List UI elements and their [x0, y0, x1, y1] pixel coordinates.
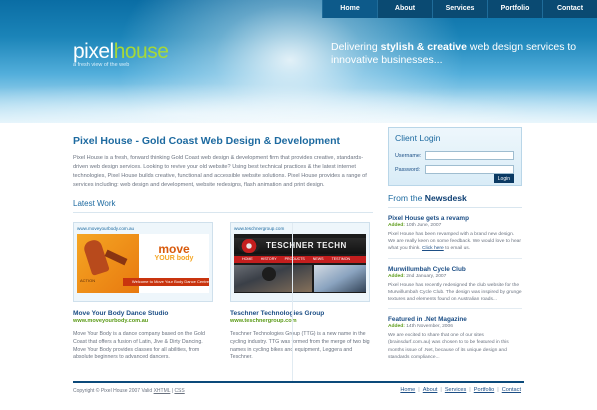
news-date: Added: 2nd January, 2007	[388, 273, 447, 279]
thumbnail-menu: HOME HISTORY PRODUCTS NEWS TESTIMON	[234, 256, 366, 263]
work-item: www.moveyourbody.com.au ACTION move YOUR …	[73, 222, 213, 362]
site-logo[interactable]: pixelhouse a fresh view of the web	[73, 40, 169, 68]
news-body: We are excited to share that one of our …	[388, 333, 509, 360]
column-divider	[292, 223, 293, 381]
clouds	[0, 78, 597, 123]
css-link[interactable]: CSS	[174, 388, 184, 394]
footer-copyright: Copyright © Pixel House 2007 Valid XHTML…	[73, 388, 185, 394]
footer-link-about[interactable]: About	[420, 387, 441, 393]
thumbnail-menu-item: NEWS	[312, 257, 324, 261]
username-input[interactable]	[425, 151, 514, 160]
xhtml-link[interactable]: XHTML	[154, 388, 171, 394]
click-here-link[interactable]: Click here	[422, 246, 444, 251]
work-thumbnail-frame[interactable]: www.moveyourbody.com.au ACTION move YOUR …	[73, 222, 213, 302]
thumbnail-url: www.teschnergroup.com	[234, 226, 285, 231]
footer-divider	[73, 381, 524, 383]
news-item: Pixel House gets a revamp Added: 10th Ju…	[388, 215, 522, 259]
footer-link-services[interactable]: Services	[442, 387, 469, 393]
footer-link-portfolio[interactable]: Portfolio	[471, 387, 498, 393]
sidebar: Client Login Username: Password: Login F…	[388, 127, 522, 361]
client-login-title: Client Login	[395, 133, 441, 143]
latest-work-list: www.moveyourbody.com.au ACTION move YOUR …	[73, 222, 373, 362]
header-banner: Home About Services Portfolio Contact pi…	[0, 0, 597, 123]
thumbnail-url: www.moveyourbody.com.au	[77, 226, 135, 231]
nav-contact[interactable]: Contact	[542, 0, 597, 18]
latest-work-heading: Latest Work	[73, 199, 373, 213]
password-label: Password:	[395, 166, 421, 173]
login-button[interactable]: Login	[493, 174, 514, 183]
thumbnail-menu-item: TESTIMON	[331, 257, 351, 261]
news-title[interactable]: Featured in .Net Magazine	[388, 316, 522, 323]
news-date: Added: 10th June, 2007	[388, 223, 442, 228]
logo-wordmark: pixelhouse	[73, 40, 169, 63]
thumbnail-menu-item: PRODUCTS	[284, 257, 305, 261]
work-title[interactable]: Teschner Technologies Group	[230, 310, 370, 317]
top-nav: Home About Services Portfolio Contact	[322, 0, 597, 18]
news-divider	[388, 308, 522, 310]
work-title[interactable]: Move Your Body Dance Studio	[73, 310, 213, 317]
page-title: Pixel House - Gold Coast Web Design & De…	[73, 135, 341, 147]
news-date: Added: 14th November, 2006	[388, 324, 453, 330]
client-login-box: Client Login Username: Password: Login	[388, 127, 522, 186]
work-url[interactable]: www.teschnergroup.com	[230, 318, 370, 324]
work-description: Move Your Body is a dance company based …	[73, 331, 205, 361]
password-input[interactable]	[425, 165, 514, 174]
intro-paragraph: Pixel House is a fresh, forward thinking…	[73, 155, 367, 188]
news-item: Featured in .Net Magazine Added: 14th No…	[388, 316, 522, 361]
teschner-screenshot[interactable]: TESCHNER TECHN HOME HISTORY PRODUCTS NEW…	[234, 234, 366, 293]
news-body: Pixel House has been revamped with a bra…	[388, 232, 522, 252]
footer-link-contact[interactable]: Contact	[499, 387, 524, 393]
rider-photo	[314, 265, 366, 292]
news-title[interactable]: Pixel House gets a revamp	[388, 215, 522, 222]
work-item: www.teschnergroup.com TESCHNER TECHN HOM…	[230, 222, 370, 362]
password-row: Password:	[395, 165, 515, 174]
news-body: Pixel House has recently redesigned the …	[388, 282, 522, 303]
work-thumbnail-frame[interactable]: www.teschnergroup.com TESCHNER TECHN HOM…	[230, 222, 370, 302]
news-item: Murwillumbah Cycle Club Added: 2nd Janua…	[388, 266, 522, 310]
news-title[interactable]: Murwillumbah Cycle Club	[388, 266, 522, 273]
move-your-body-screenshot[interactable]: ACTION move YOUR body Welcome to Move You…	[77, 234, 209, 293]
nav-about[interactable]: About	[377, 0, 432, 18]
username-row: Username:	[395, 151, 515, 160]
wheel-icon	[238, 239, 260, 253]
thumbnail-small-text: ACTION	[80, 278, 96, 283]
cyclist-helmet	[262, 267, 276, 281]
footer-nav: Home | About | Services | Portfolio | Co…	[397, 387, 524, 393]
thumbnail-menu-item: HOME	[242, 257, 253, 261]
welcome-banner: Welcome to Move Your Body Dance Centre	[123, 278, 209, 286]
work-description: Teschner Technologies Group (TTG) is a n…	[230, 331, 370, 361]
nav-services[interactable]: Services	[432, 0, 487, 18]
main-content: Pixel House - Gold Coast Web Design & De…	[73, 132, 373, 381]
newsdesk-heading: From the Newsdesk	[388, 193, 522, 208]
username-label: Username:	[395, 152, 422, 159]
thumbnail-menu-item: HISTORY	[260, 257, 277, 261]
work-url[interactable]: www.moveyourbody.com.au	[73, 318, 213, 324]
move-your-body-logo: move YOUR body	[154, 242, 194, 262]
nav-home[interactable]: Home	[322, 0, 377, 18]
news-divider	[388, 257, 522, 259]
hero-headline: Delivering stylish & creative web design…	[331, 41, 577, 66]
nav-portfolio[interactable]: Portfolio	[487, 0, 542, 18]
footer-link-home[interactable]: Home	[397, 387, 418, 393]
